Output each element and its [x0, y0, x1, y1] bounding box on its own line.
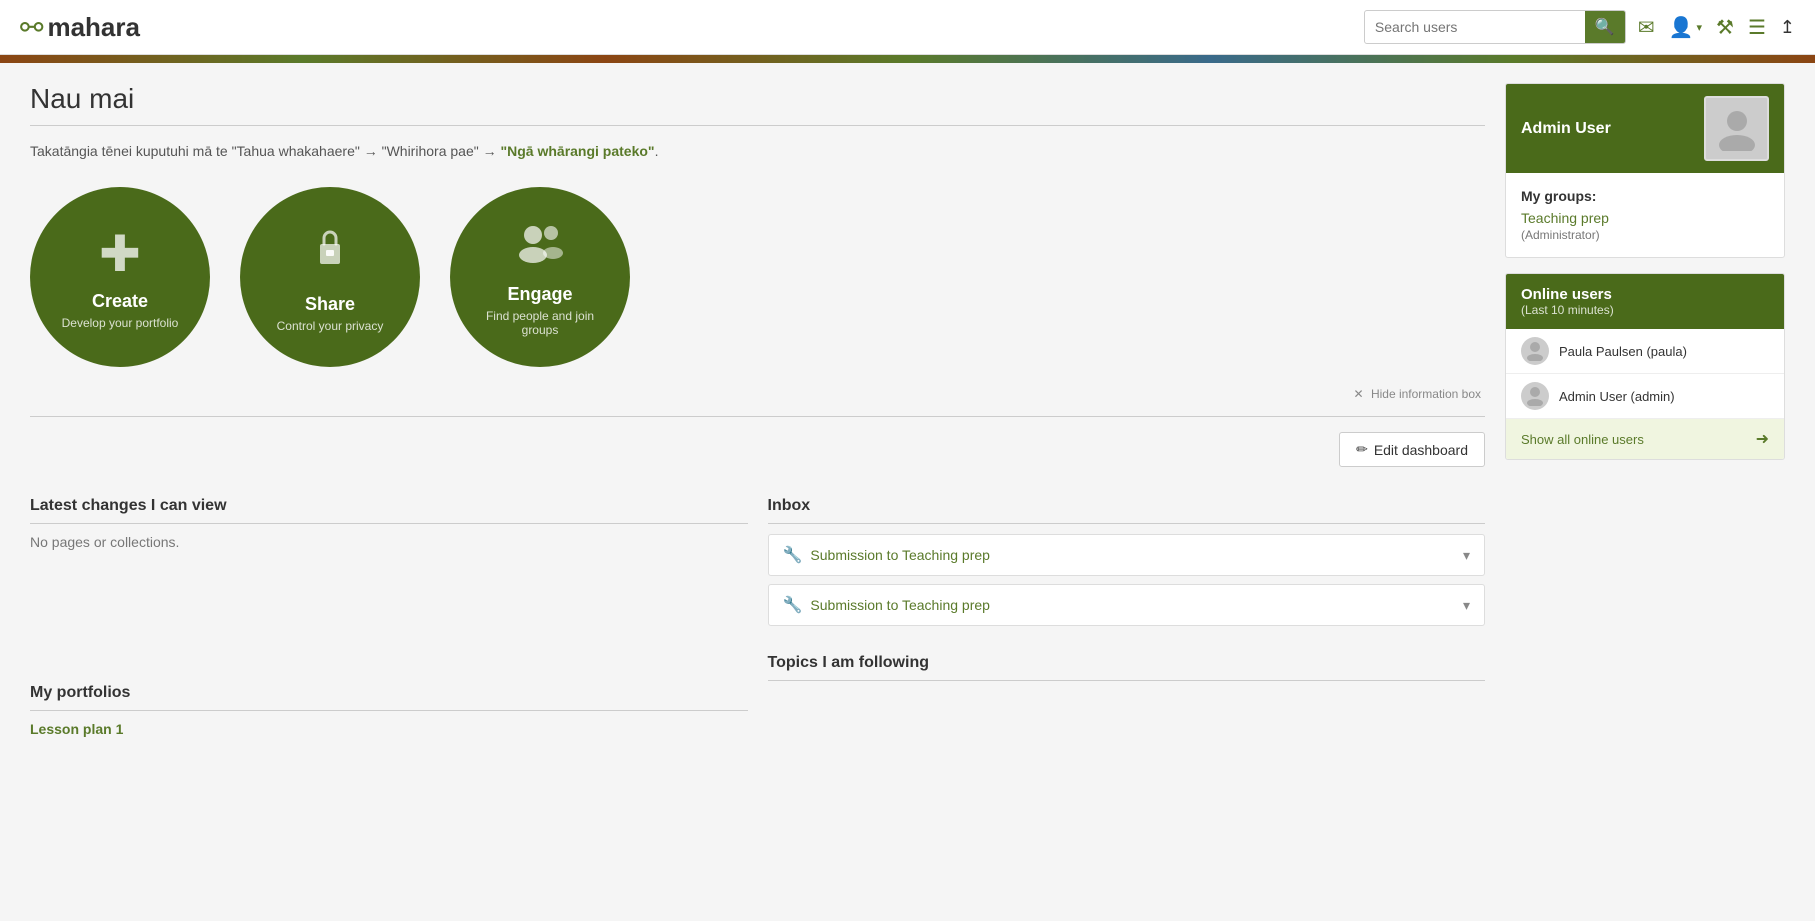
inbox-wrench-icon-2: 🔧: [783, 595, 803, 615]
engage-circle[interactable]: Engage Find people and join groups: [450, 187, 630, 367]
engage-desc: Find people and join groups: [470, 309, 610, 337]
inbox-item-1[interactable]: 🔧 Submission to Teaching prep ▾: [768, 534, 1486, 576]
show-all-arrow-icon: ➜: [1756, 429, 1769, 449]
engage-icon: [513, 218, 568, 276]
user-menu-icon[interactable]: 👤 ▾: [1669, 15, 1702, 40]
admin-user-card: Admin User My groups: Teaching prep (Adm…: [1505, 83, 1785, 258]
admin-avatar: [1704, 96, 1769, 161]
intro-text: Takatāngia tēnei kuputuhi mā te "Tahua w…: [30, 143, 500, 159]
my-groups-title: My groups:: [1521, 188, 1769, 204]
header-right: 🔍 ✉ 👤 ▾ ⚒ ☰ ↥: [1364, 10, 1795, 44]
online-users-subtitle: (Last 10 minutes): [1521, 303, 1614, 317]
online-user-1-name: Paula Paulsen (paula): [1559, 344, 1687, 359]
share-icon: [304, 222, 356, 286]
search-button[interactable]: 🔍: [1585, 11, 1625, 43]
topics-section: Topics I am following: [768, 654, 1486, 737]
inbox-item-1-left: 🔧 Submission to Teaching prep: [783, 545, 990, 565]
bottom-grid: Latest changes I can view No pages or co…: [30, 497, 1485, 634]
inbox-wrench-icon-1: 🔧: [783, 545, 803, 565]
hide-info-label: Hide information box: [1371, 387, 1481, 401]
share-circle[interactable]: Share Control your privacy: [240, 187, 420, 367]
welcome-divider: [30, 125, 1485, 126]
topics-title: Topics I am following: [768, 654, 1486, 681]
group-role: (Administrator): [1521, 228, 1600, 242]
online-users-title: Online users: [1521, 286, 1614, 303]
latest-changes-title: Latest changes I can view: [30, 497, 748, 524]
cursor: ↥: [1780, 17, 1795, 38]
link-suffix: .: [655, 143, 659, 159]
search-input[interactable]: [1365, 13, 1585, 41]
wrench-icon[interactable]: ⚒: [1716, 15, 1734, 40]
inbox-item-2-left: 🔧 Submission to Teaching prep: [783, 595, 990, 615]
settings-link[interactable]: "Ngā whārangi pateko": [500, 143, 654, 159]
inbox-item-2[interactable]: 🔧 Submission to Teaching prep ▾: [768, 584, 1486, 626]
teaching-prep-link[interactable]: Teaching prep: [1521, 210, 1769, 226]
create-icon: ✚: [99, 225, 141, 283]
create-desc: Develop your portfolio: [62, 316, 179, 330]
inbox-title: Inbox: [768, 497, 1486, 524]
latest-changes-section: Latest changes I can view No pages or co…: [30, 497, 748, 634]
inbox-chevron-1: ▾: [1463, 547, 1470, 564]
feature-circles: ✚ Create Develop your portfolio Share Co…: [30, 187, 1485, 367]
online-users-header: Online users (Last 10 minutes): [1506, 274, 1784, 329]
admin-user-section: Admin User: [1521, 96, 1769, 161]
online-user-2: Admin User (admin): [1506, 374, 1784, 419]
edit-dashboard-label: Edit dashboard: [1374, 442, 1468, 458]
inbox-section: Inbox 🔧 Submission to Teaching prep ▾ 🔧 …: [768, 497, 1486, 634]
edit-dashboard-button[interactable]: ✏ Edit dashboard: [1339, 432, 1485, 467]
user-avatar-1: [1521, 337, 1549, 365]
online-users-card: Online users (Last 10 minutes) Paula Pau…: [1505, 273, 1785, 460]
menu-icon[interactable]: ☰: [1748, 15, 1766, 40]
sidebar: Admin User My groups: Teaching prep (Adm…: [1505, 83, 1785, 737]
online-users-header-content: Online users (Last 10 minutes): [1521, 286, 1614, 317]
share-desc: Control your privacy: [277, 319, 384, 333]
create-title: Create: [92, 291, 148, 312]
online-user-1: Paula Paulsen (paula): [1506, 329, 1784, 374]
header-icons: ✉ 👤 ▾ ⚒ ☰ ↥: [1638, 15, 1795, 40]
share-title: Share: [305, 294, 355, 315]
logo-text: mahara: [47, 12, 140, 43]
dashboard-divider: [30, 416, 1485, 417]
engage-title: Engage: [507, 284, 572, 305]
admin-name: Admin User: [1521, 120, 1611, 138]
show-all-users-label: Show all online users: [1521, 432, 1644, 447]
inbox-chevron-2: ▾: [1463, 597, 1470, 614]
no-content-message: No pages or collections.: [30, 534, 748, 550]
show-all-users-button[interactable]: Show all online users ➜: [1506, 419, 1784, 459]
color-bar: [0, 55, 1815, 63]
logo[interactable]: ⚯ mahara: [20, 11, 140, 44]
admin-card-body: My groups: Teaching prep (Administrator): [1506, 173, 1784, 257]
user-avatar-2: [1521, 382, 1549, 410]
portfolios-topics-grid: My portfolios Lesson plan 1 Topics I am …: [30, 654, 1485, 737]
create-circle[interactable]: ✚ Create Develop your portfolio: [30, 187, 210, 367]
search-bar: 🔍: [1364, 10, 1626, 44]
pencil-icon: ✏: [1356, 441, 1368, 458]
welcome-title: Nau mai: [30, 83, 1485, 115]
inbox-item-2-title: Submission to Teaching prep: [810, 597, 990, 613]
mail-icon[interactable]: ✉: [1638, 15, 1655, 40]
header: ⚯ mahara 🔍 ✉ 👤 ▾ ⚒ ☰ ↥: [0, 0, 1815, 55]
my-portfolios-title: My portfolios: [30, 684, 748, 711]
my-portfolios-section: My portfolios Lesson plan 1: [30, 684, 748, 737]
logo-icon: ⚯: [20, 11, 43, 44]
main-layout: Nau mai Takatāngia tēnei kuputuhi mā te …: [0, 63, 1815, 757]
inbox-item-1-title: Submission to Teaching prep: [810, 547, 990, 563]
admin-card-header: Admin User: [1506, 84, 1784, 173]
welcome-text: Takatāngia tēnei kuputuhi mā te "Tahua w…: [30, 141, 1485, 162]
hide-info-box[interactable]: ✕ Hide information box: [30, 387, 1485, 401]
lesson-plan-link[interactable]: Lesson plan 1: [30, 721, 123, 737]
online-user-2-name: Admin User (admin): [1559, 389, 1675, 404]
main-content: Nau mai Takatāngia tēnei kuputuhi mā te …: [30, 83, 1485, 737]
close-x-icon: ✕: [1354, 387, 1364, 401]
